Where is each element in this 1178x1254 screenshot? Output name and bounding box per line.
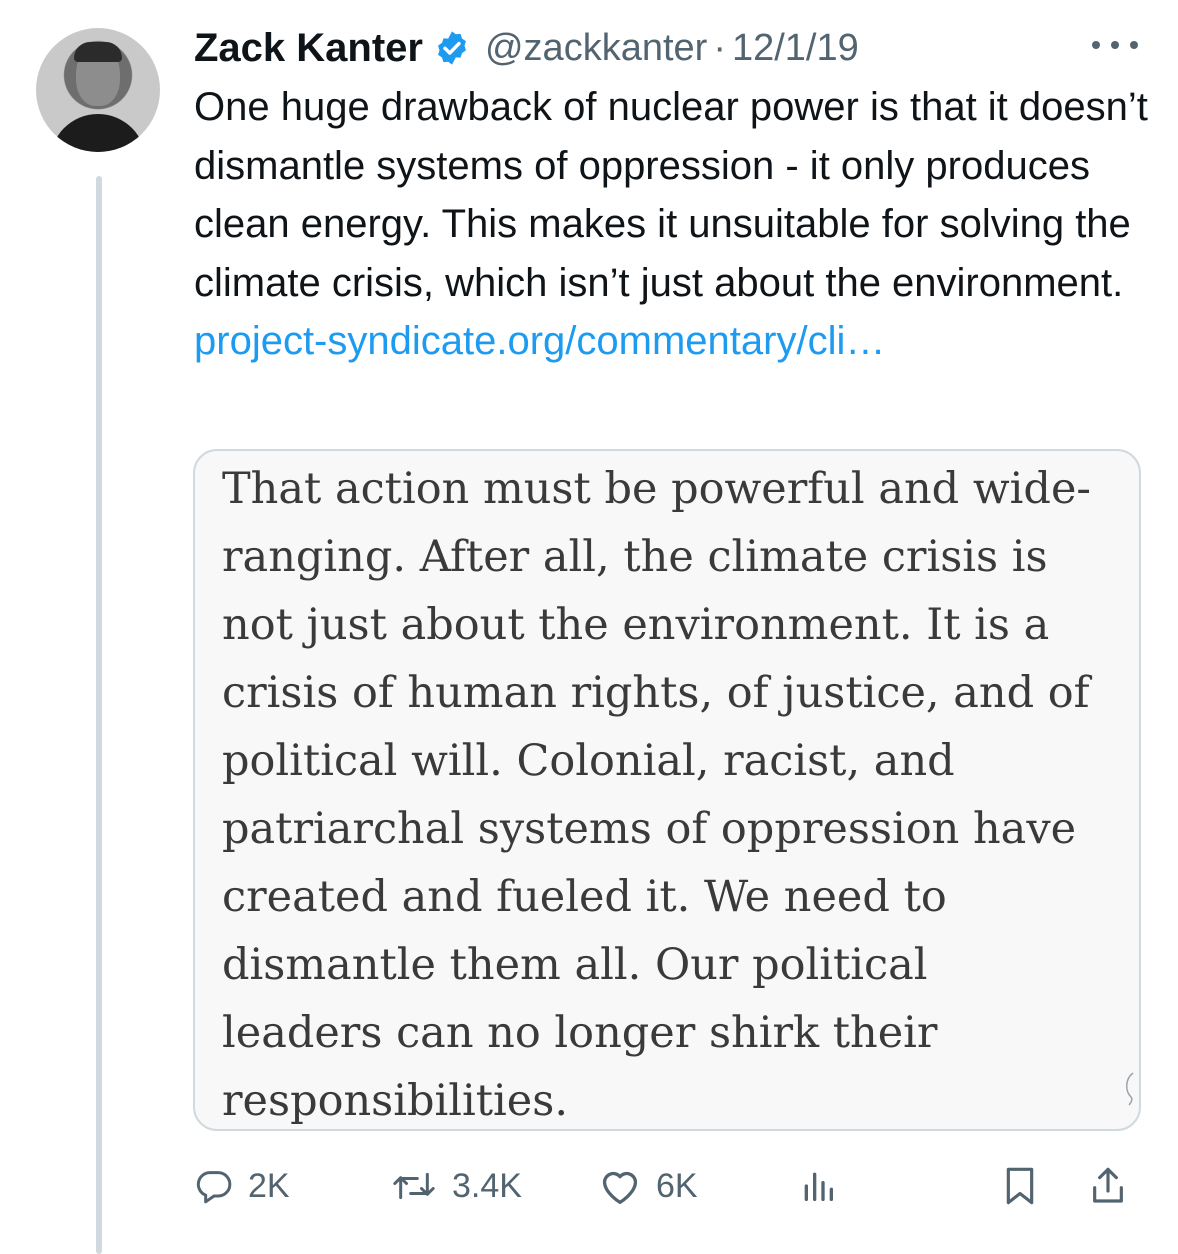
tweet-date[interactable]: 12/1/19: [732, 27, 859, 70]
bookmark-button[interactable]: [1000, 1158, 1040, 1214]
avatar[interactable]: [36, 28, 160, 152]
like-button[interactable]: 6K: [598, 1158, 698, 1214]
tweet-text: One huge drawback of nuclear power is th…: [194, 78, 1154, 371]
more-options-icon[interactable]: [1092, 30, 1138, 60]
avatar-hair: [74, 42, 122, 62]
image-quote-text: That action must be powerful and wide- r…: [222, 464, 1091, 1126]
tweet-body: One huge drawback of nuclear power is th…: [194, 85, 1148, 305]
heart-icon: [602, 1171, 638, 1204]
reply-count: 2K: [248, 1166, 290, 1205]
reply-button[interactable]: 2K: [194, 1158, 290, 1214]
share-icon: [1093, 1167, 1123, 1203]
share-button[interactable]: [1088, 1158, 1128, 1214]
like-count: 6K: [656, 1166, 698, 1205]
more-dot: [1130, 41, 1138, 49]
analytics-icon: [804, 1172, 833, 1201]
author-name[interactable]: Zack Kanter: [194, 26, 423, 71]
retweet-button[interactable]: 3.4K: [390, 1158, 522, 1214]
tweet-header: Zack Kanter @zackkanter · 12/1/19: [194, 20, 859, 76]
views-button[interactable]: [798, 1158, 838, 1214]
bookmark-icon: [1006, 1167, 1034, 1205]
retweet-icon: [393, 1172, 435, 1200]
reply-icon: [196, 1171, 232, 1204]
attached-image[interactable]: That action must be powerful and wide- r…: [193, 449, 1141, 1131]
header-separator: ·: [713, 26, 726, 69]
more-dot: [1092, 41, 1100, 49]
page-curl-icon: [1126, 1072, 1134, 1106]
action-bar: 2K 3.4K 6K: [194, 1158, 1140, 1214]
tweet-link[interactable]: project-syndicate.org/commentary/cli…: [194, 319, 885, 363]
thread-line: [96, 176, 102, 1254]
more-dot: [1111, 41, 1119, 49]
verified-badge-icon: [438, 31, 466, 65]
retweet-count: 3.4K: [452, 1166, 522, 1205]
author-handle[interactable]: @zackkanter: [485, 27, 707, 70]
avatar-shoulders: [50, 114, 146, 152]
